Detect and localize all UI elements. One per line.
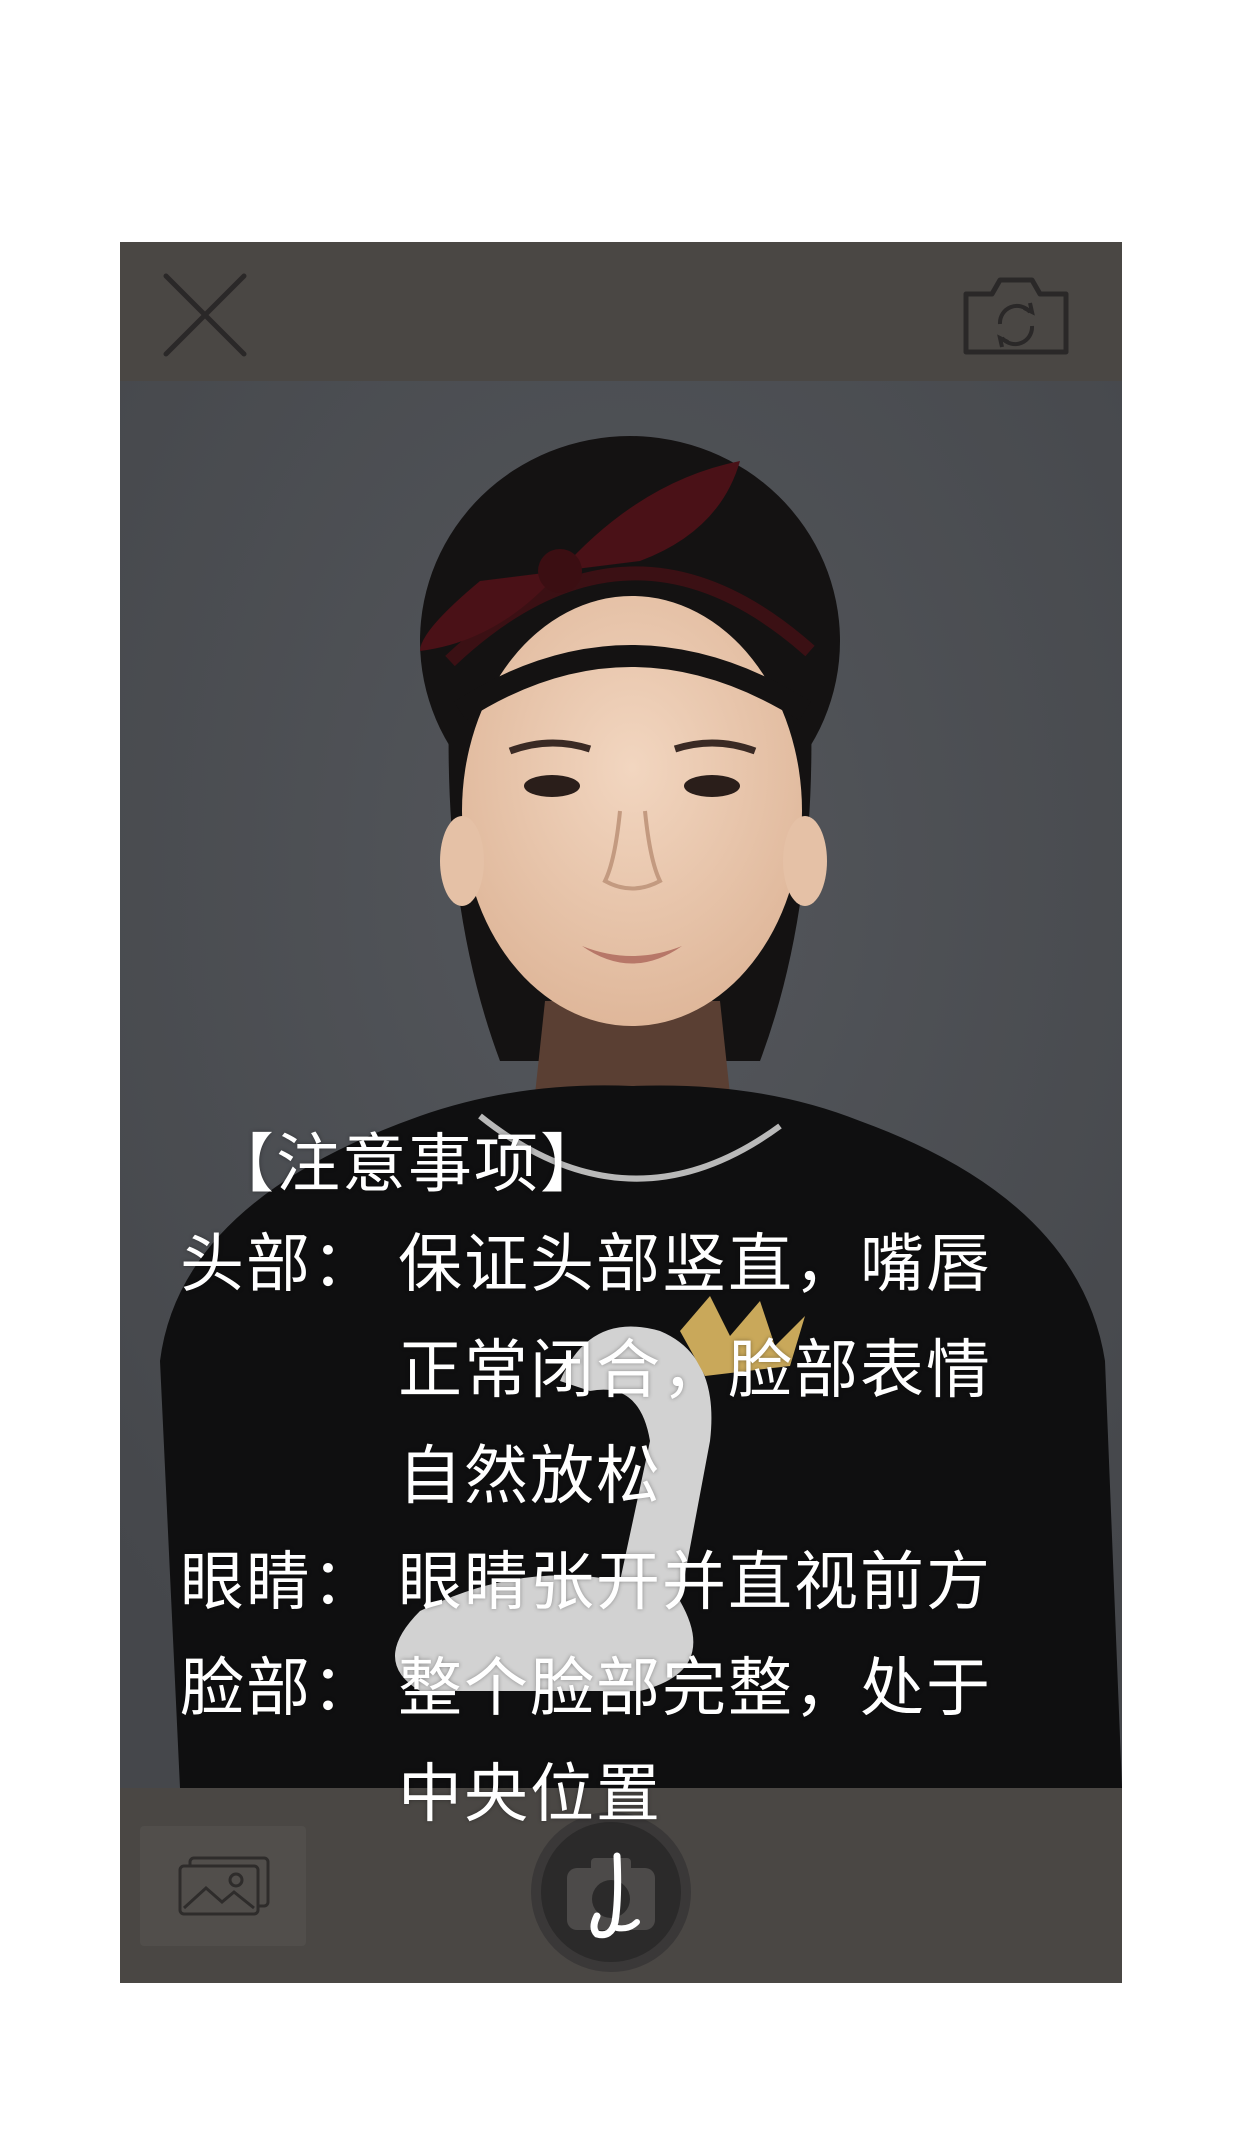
- instruction-label: 眼睛：: [180, 1546, 378, 1620]
- instruction-text: 保证头部竖直，嘴唇正常闭合，脸部表情自然放松: [398, 1228, 992, 1514]
- gallery-button[interactable]: [140, 1826, 306, 1946]
- instruction-label: 头部：: [180, 1228, 378, 1302]
- close-icon: [163, 273, 247, 357]
- switch-camera-button[interactable]: [960, 268, 1072, 358]
- close-button[interactable]: [160, 270, 250, 360]
- camera-shutter-icon: [567, 1852, 655, 1939]
- gallery-icon: [178, 1856, 270, 1916]
- instruction-text: 整个脸部完整，处于中央位置: [398, 1652, 992, 1832]
- top-toolbar: [120, 242, 1122, 381]
- camera-switch-icon: [963, 277, 1069, 355]
- instruction-label: 脸部：: [180, 1652, 378, 1726]
- instructions-title: 【注意事项】: [210, 1128, 606, 1202]
- camera-screen: 【注意事项】 头部： 保证头部竖直，嘴唇正常闭合，脸部表情自然放松 眼睛： 眼睛…: [120, 242, 1122, 1983]
- instruction-text: 眼睛张开并直视前方: [398, 1546, 992, 1620]
